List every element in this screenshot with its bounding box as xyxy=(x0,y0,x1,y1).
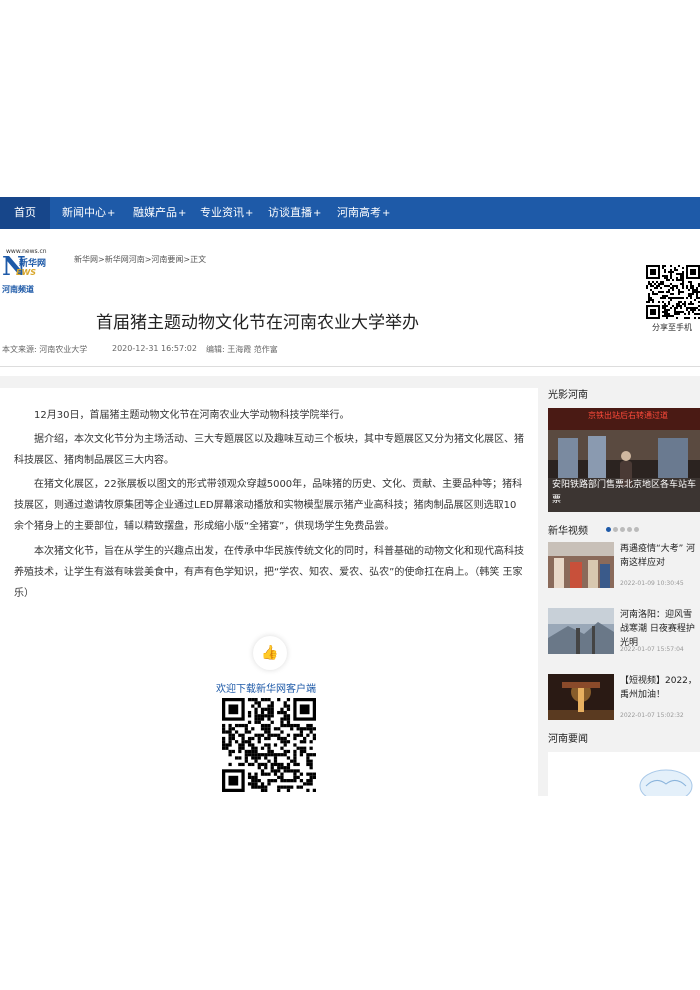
video-item[interactable]: 河南洛阳：迎风雪 战寒潮 日夜赛程护光明 2022-01-07 15:57:04 xyxy=(548,608,700,664)
site-logo[interactable]: www.news.cn N 新华网 EWS 河南频道 xyxy=(2,248,62,296)
video-title: 再遇疫情“大考” 河南这样应对 xyxy=(620,544,696,568)
video-item[interactable]: 【短视频】2022，禹州加油！ 2022-01-07 15:02:32 xyxy=(548,674,700,730)
expand-plus-icon: + xyxy=(245,208,254,219)
photo-slide[interactable]: 京铁出站后右转通过道 安阳铁路部门售票北京地区各车站车票 xyxy=(548,408,700,512)
expand-plus-icon: + xyxy=(313,208,322,219)
thumbs-up-icon: 👍 xyxy=(261,645,279,661)
slide-dot[interactable] xyxy=(627,527,632,532)
video-date: 2022-01-07 15:57:04 xyxy=(620,646,684,653)
article-paragraph: 据介绍，本次文化节分为主场活动、三大专题展区以及趣味互动三个板块，其中专题展区又… xyxy=(14,434,524,466)
slide-dot[interactable] xyxy=(613,527,618,532)
nav-item-interview-live[interactable]: 访谈直播+ xyxy=(268,197,321,229)
expand-plus-icon: + xyxy=(178,208,187,219)
slide-dot[interactable] xyxy=(606,527,611,532)
article-editor: 编辑: 王海霞 范作富 xyxy=(206,345,278,354)
sidebar-photo-heading: 光影河南 xyxy=(548,390,588,401)
nav-item-news-center[interactable]: 新闻中心+ xyxy=(62,197,115,229)
article-source: 本文来源: 河南农业大学 xyxy=(2,345,88,354)
breadcrumb-item[interactable]: 新华网 xyxy=(74,255,98,264)
breadcrumb-item[interactable]: 河南要闻 xyxy=(151,255,183,264)
expand-plus-icon: + xyxy=(382,208,391,219)
share-to-phone-label[interactable]: 分享至手机 xyxy=(652,322,692,333)
video-thumbnail xyxy=(548,674,614,720)
nav-item-media-products[interactable]: 融媒产品+ xyxy=(133,197,186,229)
sidebar-news-heading: 河南要闻 xyxy=(548,734,588,745)
slide-dot[interactable] xyxy=(620,527,625,532)
download-app-label[interactable]: 欢迎下载新华网客户端 xyxy=(216,680,316,695)
header-divider xyxy=(0,366,700,367)
video-title: 河南洛阳：迎风雪 战寒潮 日夜赛程护光明 xyxy=(620,610,695,648)
share-qr-code xyxy=(646,265,700,319)
article-paragraph: 本次猪文化节，旨在从学生的兴趣点出发，在传承中华民族传统文化的同时，科普基础的动… xyxy=(14,546,524,599)
article-paragraph: 在猪文化展区，22张展板以图文的形式带领观众穿越5000年，品味猪的历史、文化、… xyxy=(14,479,523,532)
article-title: 首届猪主题动物文化节在河南农业大学举办 xyxy=(96,313,419,333)
henan-news-card[interactable] xyxy=(548,752,700,803)
breadcrumb-separator: > xyxy=(98,255,105,264)
nav-item-home[interactable]: 首页 xyxy=(0,197,50,229)
video-date: 2022-01-09 10:30:45 xyxy=(620,580,684,587)
slide-caption: 安阳铁路部门售票北京地区各车站车票 xyxy=(552,480,697,505)
article-datetime: 2020-12-31 16:57:02 xyxy=(112,344,197,353)
video-date: 2022-01-07 15:02:32 xyxy=(620,712,684,719)
video-item[interactable]: 再遇疫情“大考” 河南这样应对 2022-01-09 10:30:45 xyxy=(548,542,700,598)
article-paragraph: 12月30日，首届猪主题动物文化节在河南农业大学动物科技学院举行。 xyxy=(34,410,350,421)
video-title: 【短视频】2022，禹州加油！ xyxy=(620,676,697,700)
breadcrumb: 新华网>新华网河南>河南要闻>正文 xyxy=(74,254,206,265)
expand-plus-icon: + xyxy=(107,208,116,219)
nav-item-henan-gaokao[interactable]: 河南高考+ xyxy=(337,197,390,229)
app-download-qr-code xyxy=(222,698,316,792)
logo-ews: EWS xyxy=(16,268,37,277)
logo-channel-name: 河南频道 xyxy=(2,285,34,294)
nav-item-professional-info[interactable]: 专业资讯+ xyxy=(200,197,253,229)
breadcrumb-current: 正文 xyxy=(190,255,207,264)
breadcrumb-item[interactable]: 新华网河南 xyxy=(105,255,145,264)
page: 首页 新闻中心+ 融媒产品+ 专业资讯+ 访谈直播+ 河南高考+ www.new… xyxy=(0,0,700,990)
sidebar-video-heading: 新华视频 xyxy=(548,526,588,537)
slide-sign-text: 京铁出站后右转通过道 xyxy=(588,411,668,420)
brain-illustration xyxy=(639,769,693,803)
video-thumbnail xyxy=(548,608,614,654)
slide-dot[interactable] xyxy=(634,527,639,532)
video-thumbnail xyxy=(548,542,614,588)
like-button[interactable]: 👍 xyxy=(253,636,287,670)
top-nav: 首页 新闻中心+ 融媒产品+ 专业资讯+ 访谈直播+ 河南高考+ xyxy=(0,197,700,229)
slide-pagination xyxy=(606,517,641,536)
